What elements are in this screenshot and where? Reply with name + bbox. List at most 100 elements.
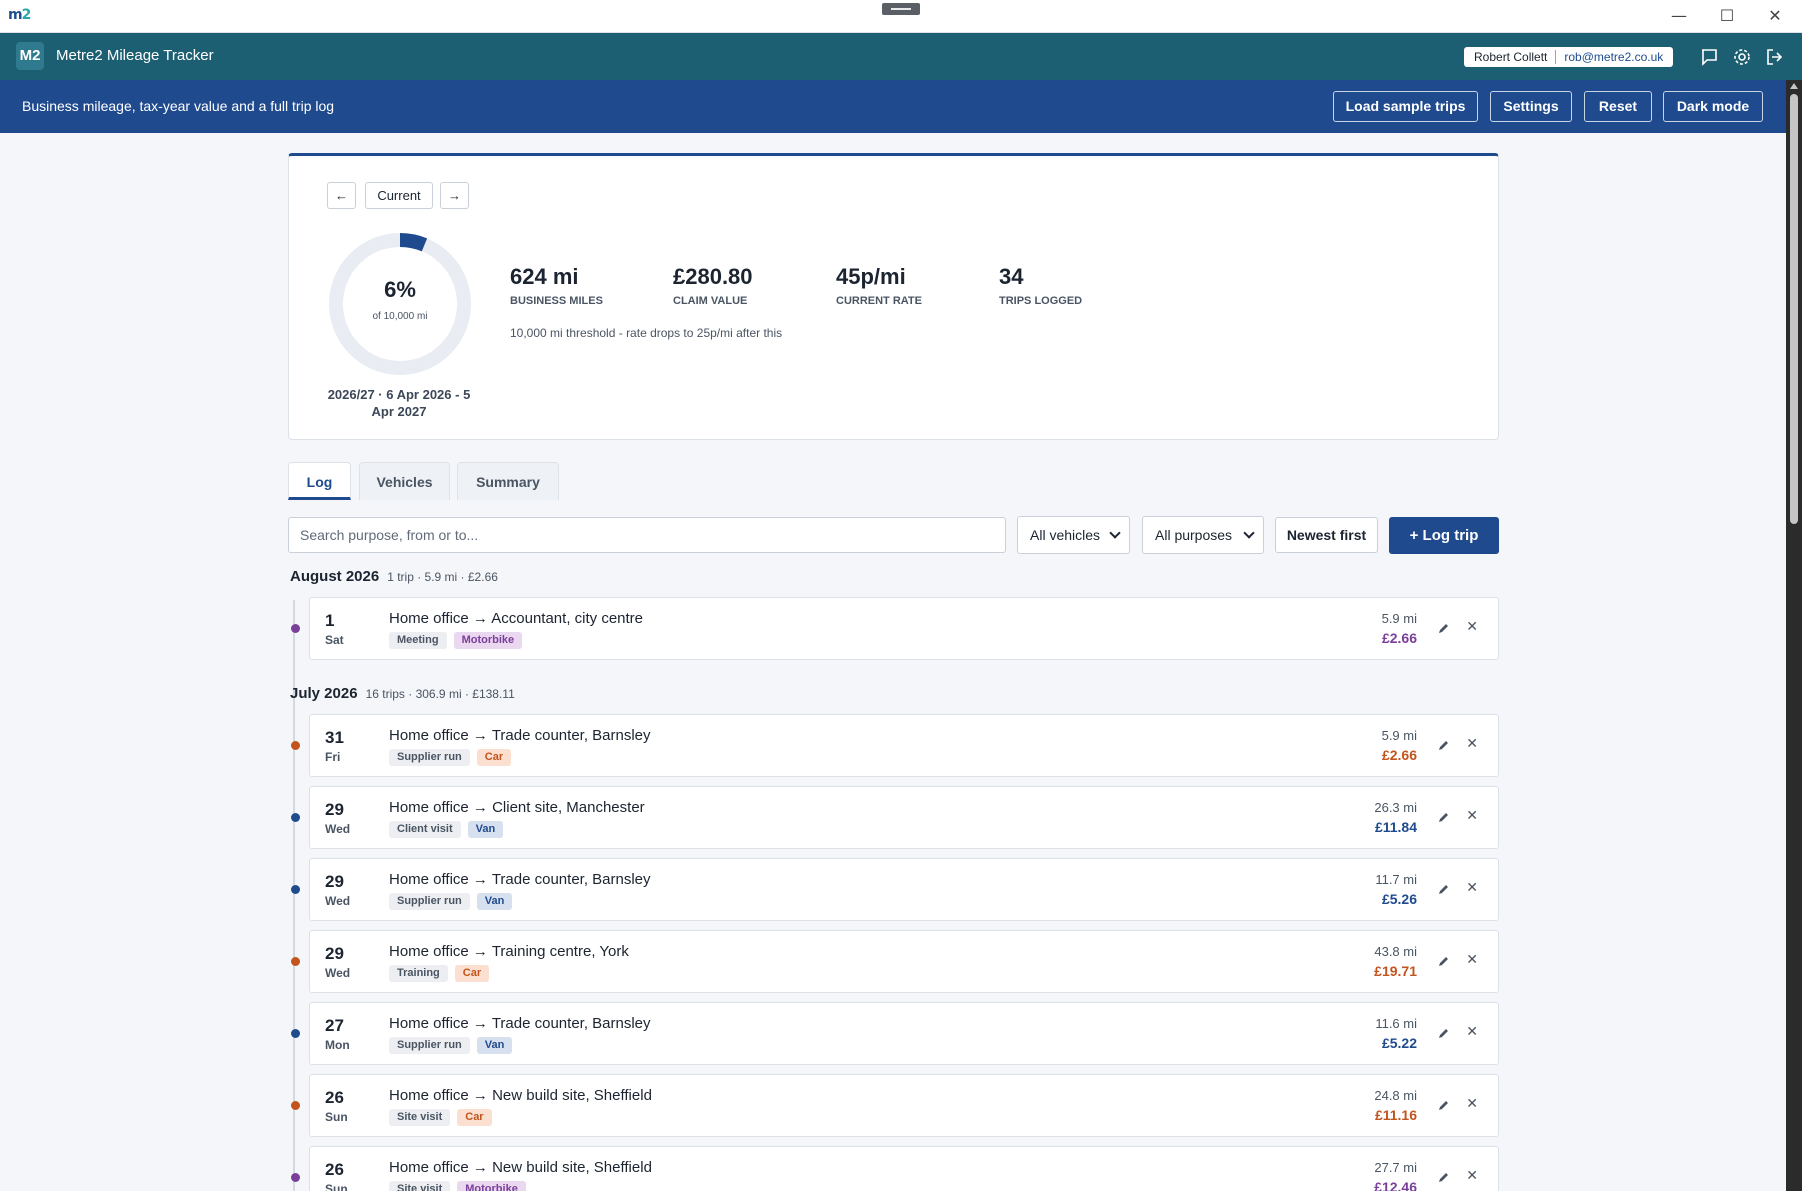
scroll-up-icon[interactable] <box>1790 83 1798 89</box>
settings-button[interactable]: Settings <box>1490 91 1572 122</box>
trip-amount: £5.22 <box>1381 1035 1417 1051</box>
edit-icon[interactable] <box>1436 1097 1452 1113</box>
delete-icon[interactable]: ✕ <box>1466 1024 1478 1040</box>
tax-year-summary-card: ← Current → 6% of 10,000 mi 2026/27 · 6 … <box>288 153 1499 440</box>
purpose-filter-select[interactable]: All purposes <box>1142 516 1264 554</box>
trip-route: Home office → Accountant, city centre <box>389 610 644 627</box>
tab-log[interactable]: Log <box>288 462 351 500</box>
trip-route: Home office → Trade counter, Barnsley <box>389 871 651 888</box>
trip-weekday: Wed <box>325 966 351 980</box>
toolbar: Business mileage, tax-year value and a f… <box>0 80 1786 133</box>
trip-miles: 5.9 mi <box>1381 728 1417 743</box>
trip-amount: £5.26 <box>1381 891 1417 907</box>
edit-icon[interactable] <box>1436 953 1452 969</box>
trip-miles: 27.7 mi <box>1374 1160 1417 1175</box>
minimize-button[interactable]: — <box>1657 4 1701 28</box>
edit-icon[interactable] <box>1436 620 1452 636</box>
user-name: Robert Collett <box>1474 50 1548 64</box>
user-email: rob@metre2.co.uk <box>1564 50 1664 64</box>
delete-icon[interactable]: ✕ <box>1466 619 1478 635</box>
user-account[interactable]: Robert Collett rob@metre2.co.uk <box>1464 47 1674 67</box>
trip-weekday: Fri <box>325 750 341 764</box>
trip-day: 26 <box>325 1088 344 1107</box>
current-year-button[interactable]: Current <box>365 182 433 209</box>
trip-weekday: Wed <box>325 894 351 908</box>
delete-icon[interactable]: ✕ <box>1466 880 1478 896</box>
trip-route: Home office → Client site, Manchester <box>389 799 645 816</box>
drag-handle[interactable] <box>882 3 920 15</box>
trip-tags: Site visit Car <box>389 1109 492 1126</box>
month-summary: 16 trips · 306.9 mi · £138.11 <box>365 687 515 701</box>
scrollbar-thumb[interactable] <box>1790 94 1798 524</box>
vehicle-tag: Car <box>454 965 490 982</box>
trip-row[interactable]: 26 Sun Home office → New build site, She… <box>291 1074 1499 1137</box>
trip-row[interactable]: 27 Mon Home office → Trade counter, Barn… <box>291 1002 1499 1065</box>
trip-row[interactable]: 1 Sat Home office → Accountant, city cen… <box>291 597 1499 660</box>
trip-day: 27 <box>325 1016 344 1035</box>
trip-tags: Supplier run Van <box>389 1037 513 1054</box>
trip-day: 29 <box>325 872 344 891</box>
trip-miles: 5.9 mi <box>1381 611 1417 626</box>
stat-value: £280.80 <box>673 264 753 289</box>
close-window-button[interactable]: ✕ <box>1753 4 1797 28</box>
edit-icon[interactable] <box>1436 1169 1452 1185</box>
stat-business-miles: 624 mi Business miles <box>510 264 603 307</box>
reset-button[interactable]: Reset <box>1584 91 1652 122</box>
delete-icon[interactable]: ✕ <box>1466 808 1478 824</box>
timeline-dot <box>291 1173 300 1182</box>
delete-icon[interactable]: ✕ <box>1466 736 1478 752</box>
delete-icon[interactable]: ✕ <box>1466 952 1478 968</box>
edit-icon[interactable] <box>1436 881 1452 897</box>
trip-day: 29 <box>325 800 344 819</box>
next-year-button[interactable]: → <box>440 182 469 209</box>
trip-row[interactable]: 29 Wed Home office → Client site, Manche… <box>291 786 1499 849</box>
trip-miles: 24.8 mi <box>1374 1088 1417 1103</box>
edit-icon[interactable] <box>1436 1025 1452 1041</box>
chevron-down-icon <box>1109 527 1121 539</box>
timeline-dot <box>291 741 300 750</box>
month-header: August 2026 1 trip · 5.9 mi · £2.66 <box>290 568 498 585</box>
chat-icon[interactable] <box>1699 47 1719 67</box>
trip-day: 29 <box>325 944 344 963</box>
stat-trips-logged: 34 Trips logged <box>999 264 1082 307</box>
load-sample-trips-button[interactable]: Load sample trips <box>1333 91 1478 122</box>
tagline: Business mileage, tax-year value and a f… <box>22 98 335 114</box>
delete-icon[interactable]: ✕ <box>1466 1096 1478 1112</box>
divider <box>1555 50 1557 64</box>
timeline-dot <box>291 885 300 894</box>
logout-icon[interactable] <box>1765 47 1785 67</box>
trip-route: Home office → Trade counter, Barnsley <box>389 1015 651 1032</box>
timeline-dot <box>291 624 300 633</box>
trip-row[interactable]: 29 Wed Home office → Trade counter, Barn… <box>291 858 1499 921</box>
stat-label: Current rate <box>836 295 922 307</box>
log-trip-button[interactable]: + Log trip <box>1389 517 1499 554</box>
app-header: M2 Metre2 Mileage Tracker Robert Collett… <box>0 33 1802 80</box>
stat-value: 624 mi <box>510 264 579 289</box>
trip-row[interactable]: 26 Sun Home office → New build site, She… <box>291 1146 1499 1191</box>
edit-icon[interactable] <box>1436 737 1452 753</box>
tab-summary[interactable]: Summary <box>457 462 559 500</box>
scrollbar[interactable] <box>1786 80 1802 1191</box>
trip-amount: £2.66 <box>1381 747 1417 763</box>
trip-amount: £19.71 <box>1374 963 1417 979</box>
tax-year-label: 2026/27 · 6 Apr 2026 - 5 Apr 2027 <box>327 387 471 419</box>
trip-weekday: Wed <box>325 822 351 836</box>
vehicle-tag: Van <box>476 893 513 910</box>
trip-row[interactable]: 31 Fri Home office → Trade counter, Barn… <box>291 714 1499 777</box>
previous-year-button[interactable]: ← <box>327 182 356 209</box>
delete-icon[interactable]: ✕ <box>1466 1168 1478 1184</box>
sort-newest-button[interactable]: Newest first <box>1275 517 1378 553</box>
search-input[interactable] <box>288 517 1006 553</box>
vehicle-filter-select[interactable]: All vehicles <box>1017 516 1130 554</box>
threshold-note: 10,000 mi threshold - rate drops to 25p/… <box>510 326 783 340</box>
stat-label: Trips logged <box>999 295 1083 307</box>
trip-route: Home office → Trade counter, Barnsley <box>389 727 651 744</box>
tab-vehicles[interactable]: Vehicles <box>359 462 450 500</box>
maximize-button[interactable]: ☐ <box>1705 4 1749 28</box>
edit-icon[interactable] <box>1436 809 1452 825</box>
trip-weekday: Sun <box>325 1182 348 1191</box>
trip-row[interactable]: 29 Wed Home office → Training centre, Yo… <box>291 930 1499 993</box>
purpose-tag: Meeting <box>389 632 447 649</box>
gear-icon[interactable] <box>1732 47 1752 67</box>
dark-mode-button[interactable]: Dark mode <box>1663 91 1763 122</box>
